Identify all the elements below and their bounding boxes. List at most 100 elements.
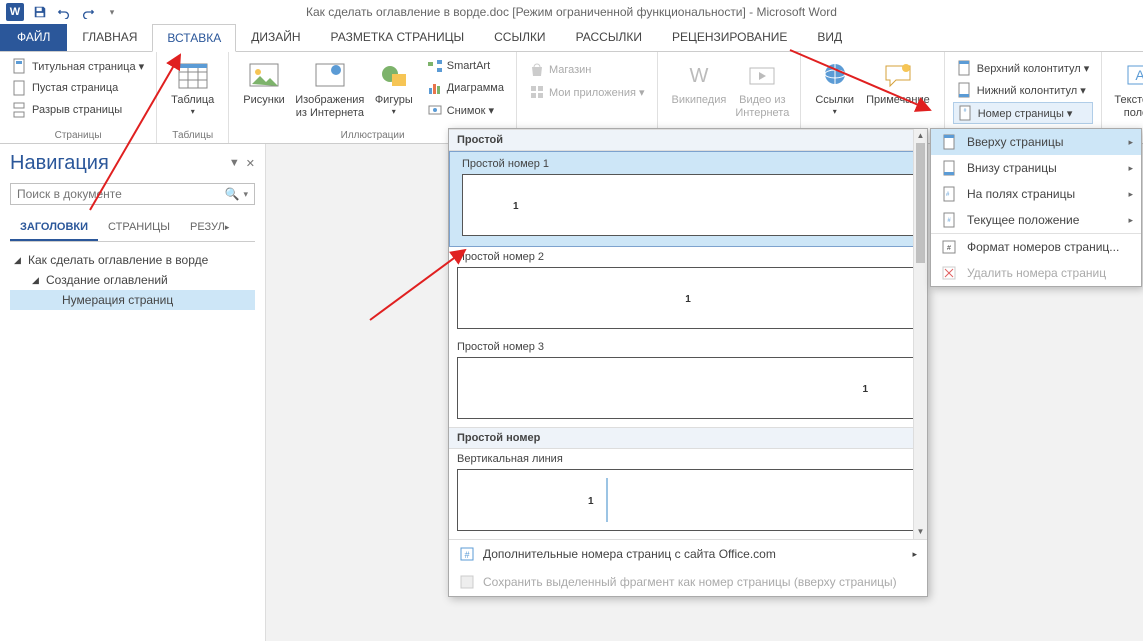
tab-design[interactable]: ДИЗАЙН: [236, 23, 315, 51]
svg-text:W: W: [689, 65, 708, 87]
chart-label: Диаграмма: [447, 82, 504, 94]
search-icon[interactable]: 🔍: [225, 187, 240, 201]
shapes-label: Фигуры: [375, 94, 413, 107]
screenshot-button[interactable]: Снимок ▾: [423, 100, 508, 120]
page-number-submenu: Вверху страницы▸ Внизу страницы▸ # На по…: [930, 128, 1142, 287]
shapes-button[interactable]: Фигуры▾: [369, 56, 419, 121]
gallery-item-simple-1[interactable]: Простой номер 1 1: [449, 151, 927, 247]
ribbon-group-tables: Таблица▾ Таблицы: [157, 52, 229, 143]
save-icon[interactable]: [32, 4, 48, 20]
chevron-right-icon: ▸: [1128, 215, 1133, 226]
submenu-page-margins[interactable]: # На полях страницы▸: [931, 181, 1141, 207]
wikipedia-label: Википедия: [672, 94, 727, 107]
svg-text:#: #: [947, 245, 951, 252]
gallery-item-simple-3[interactable]: Простой номер 3 1: [449, 337, 927, 419]
tree-item-numbering[interactable]: Нумерация страниц: [10, 290, 255, 310]
chart-button[interactable]: Диаграмма: [423, 78, 508, 98]
submenu-bottom-of-page[interactable]: Внизу страницы▸: [931, 155, 1141, 181]
page-number-button[interactable]: #Номер страницы ▾: [953, 102, 1094, 124]
tab-layout[interactable]: РАЗМЕТКА СТРАНИЦЫ: [316, 23, 480, 51]
nav-options-icon[interactable]: ▼: [229, 157, 240, 170]
gallery-save-selection: Сохранить выделенный фрагмент как номер …: [449, 568, 927, 596]
navigation-pane: Навигация ▼ ✕ 🔍 ▾ ЗАГОЛОВКИ СТРАНИЦЫ РЕЗ…: [0, 144, 266, 641]
gallery-item-vertical-line[interactable]: Вертикальная линия 1: [449, 449, 927, 531]
gallery-item-label: Простой номер 2: [449, 247, 927, 265]
gallery-more-office[interactable]: # Дополнительные номера страниц с сайта …: [449, 540, 927, 568]
nav-tab-pages[interactable]: СТРАНИЦЫ: [98, 215, 180, 241]
nav-tab-headings[interactable]: ЗАГОЛОВКИ: [10, 215, 98, 241]
tab-view[interactable]: ВИД: [802, 23, 857, 51]
page-break-button[interactable]: Разрыв страницы: [8, 100, 148, 120]
undo-icon[interactable]: [56, 4, 72, 20]
submenu-top-of-page[interactable]: Вверху страницы▸: [931, 129, 1141, 155]
tab-mail[interactable]: РАССЫЛКИ: [561, 23, 657, 51]
wikipedia-button[interactable]: W Википедия: [666, 56, 733, 111]
tab-references[interactable]: ССЫЛКИ: [479, 23, 560, 51]
gallery-scrollbar[interactable]: ▲ ▼: [913, 129, 927, 539]
tree-item-root[interactable]: ◢Как сделать оглавление в ворде: [10, 250, 255, 270]
online-video-button[interactable]: Видео из Интернета: [732, 56, 792, 124]
pages-group-label: Страницы: [8, 128, 148, 141]
gallery-item-simple-2[interactable]: Простой номер 2 1: [449, 247, 927, 329]
text-box-label: Текстовое поле ▾: [1114, 94, 1143, 120]
pictures-button[interactable]: Рисунки: [237, 56, 291, 111]
my-apps-label: Мои приложения ▾: [549, 86, 645, 99]
page-number-gallery: Простой Простой номер 1 1 Простой номер …: [448, 128, 928, 597]
store-button[interactable]: Магазин: [525, 60, 649, 80]
links-label: Ссылки: [815, 94, 854, 107]
header-label: Верхний колонтитул ▾: [977, 62, 1090, 75]
submenu-current-position[interactable]: # Текущее положение▸: [931, 207, 1141, 234]
screenshot-label: Снимок ▾: [447, 104, 494, 117]
collapse-icon[interactable]: ◢: [32, 275, 42, 286]
table-label: Таблица: [171, 94, 214, 107]
tab-file[interactable]: ФАЙЛ: [0, 23, 67, 51]
nav-search-input[interactable]: [17, 187, 225, 201]
submenu-remove-numbers: Удалить номера страниц: [931, 260, 1141, 286]
nav-tree: ◢Как сделать оглавление в ворде ◢Создани…: [10, 250, 255, 310]
scroll-up-icon[interactable]: ▲: [914, 129, 927, 143]
footer-button[interactable]: Нижний колонтитул ▾: [953, 80, 1094, 100]
tab-review[interactable]: РЕЦЕНЗИРОВАНИЕ: [657, 23, 802, 51]
header-button[interactable]: Верхний колонтитул ▾: [953, 58, 1094, 78]
ribbon-tabs: ФАЙЛ ГЛАВНАЯ ВСТАВКА ДИЗАЙН РАЗМЕТКА СТР…: [0, 24, 1143, 52]
smartart-button[interactable]: SmartArt: [423, 56, 508, 76]
tab-home[interactable]: ГЛАВНАЯ: [67, 23, 152, 51]
online-pictures-label: Изображения из Интернета: [295, 94, 364, 120]
chevron-right-icon: ▸: [1128, 163, 1133, 174]
chevron-right-icon: ▸: [1128, 189, 1133, 200]
nav-tab-results[interactable]: РЕЗУЛ▸: [180, 215, 239, 241]
cover-page-button[interactable]: Титульная страница ▾: [8, 56, 148, 76]
comment-label: Примечание: [866, 94, 930, 107]
blank-page-button[interactable]: Пустая страница: [8, 78, 148, 98]
redo-icon[interactable]: [80, 4, 96, 20]
collapse-icon[interactable]: ◢: [14, 255, 24, 266]
table-button[interactable]: Таблица▾: [165, 56, 220, 121]
svg-text:#: #: [464, 550, 469, 560]
pictures-label: Рисунки: [243, 94, 285, 107]
my-apps-button[interactable]: Мои приложения ▾: [525, 82, 649, 102]
tree-item-toc[interactable]: ◢Создание оглавлений: [10, 270, 255, 290]
scroll-down-icon[interactable]: ▼: [914, 525, 927, 539]
word-logo: W: [6, 3, 24, 21]
nav-tabs: ЗАГОЛОВКИ СТРАНИЦЫ РЕЗУЛ▸: [10, 215, 255, 242]
search-dropdown-icon[interactable]: ▾: [243, 189, 248, 200]
gallery-item-label: Простой номер 1: [454, 154, 922, 172]
text-box-button[interactable]: AТекстовое поле ▾: [1110, 56, 1143, 124]
store-label: Магазин: [549, 64, 591, 76]
gallery-save-label: Сохранить выделенный фрагмент как номер …: [483, 575, 897, 589]
page-number-label: Номер страницы ▾: [978, 107, 1073, 120]
scroll-thumb[interactable]: [916, 143, 925, 263]
submenu-format-numbers[interactable]: # Формат номеров страниц...: [931, 234, 1141, 260]
gallery-item-label: Простой номер 3: [449, 337, 927, 355]
footer-label: Нижний колонтитул ▾: [977, 84, 1086, 97]
window-title: Как сделать оглавление в ворде.doc [Режи…: [0, 5, 1143, 19]
nav-close-icon[interactable]: ✕: [246, 157, 255, 170]
links-button[interactable]: Ссылки▾: [809, 56, 860, 121]
nav-title: Навигация: [10, 152, 109, 175]
online-pictures-button[interactable]: Изображения из Интернета: [291, 56, 369, 124]
tab-insert[interactable]: ВСТАВКА: [152, 24, 236, 52]
comment-button[interactable]: Примечание: [860, 56, 936, 111]
blank-page-label: Пустая страница: [32, 82, 118, 94]
qat-dropdown-icon[interactable]: ▾: [104, 4, 120, 20]
nav-search[interactable]: 🔍 ▾: [10, 183, 255, 205]
